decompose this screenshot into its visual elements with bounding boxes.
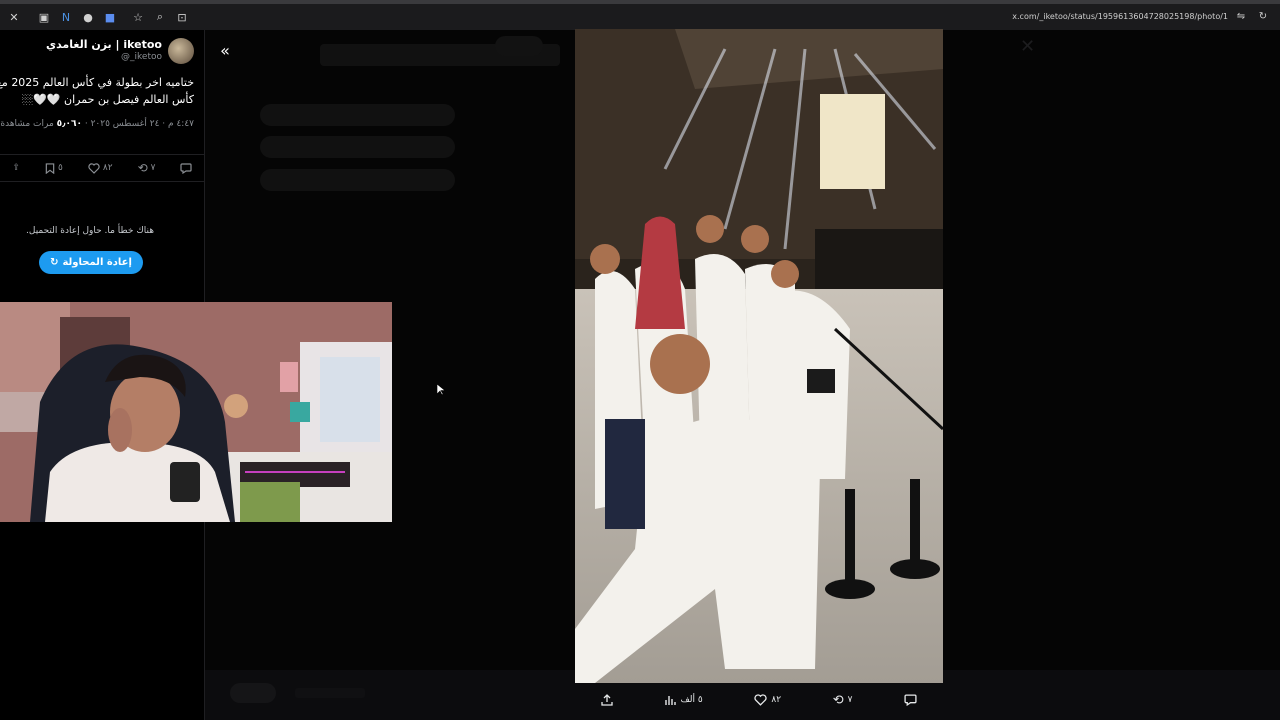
- bookmark-icon: [45, 162, 55, 174]
- close-tab-icon[interactable]: ✕: [6, 9, 22, 25]
- like-button[interactable]: ٨٢: [88, 162, 113, 174]
- reply-button[interactable]: [904, 694, 917, 706]
- views-count: ٥٫٠٦٠: [56, 119, 82, 129]
- double-chevron-icon: «: [220, 40, 230, 60]
- tweet-actions: ⇪ ٥ ٨٢ ⟲ ٧: [0, 154, 204, 182]
- reload-icon[interactable]: ↻: [1256, 11, 1270, 25]
- close-icon[interactable]: ✕: [1020, 36, 1035, 57]
- faded-text: [295, 688, 365, 698]
- reply-icon: [904, 694, 917, 706]
- reply-icon: [180, 162, 193, 174]
- tab-grid-icon[interactable]: ▣: [36, 9, 52, 25]
- faded-pill: [495, 36, 543, 56]
- error-message: .هناك خطأ ما. حاول إعادة التحميل: [26, 226, 154, 236]
- tweet-photo[interactable]: [575, 29, 943, 683]
- repost-count: ٧: [847, 695, 853, 705]
- faded-button: [260, 136, 455, 158]
- repost-count: ٧: [150, 163, 156, 173]
- cursor-icon: [436, 383, 446, 396]
- views-count: ٥ ألف: [680, 695, 703, 705]
- photo-actions: ٥ ألف ٨٢ ⟲ ٧: [575, 688, 943, 712]
- tweet-meta: ٤:٤٧ م · ٢٤ أغسطس ٢٠٢٥ · ٥٫٠٦٠ مرات مشاه…: [0, 118, 194, 131]
- collapse-panel-button[interactable]: «: [213, 38, 237, 62]
- star-icon[interactable]: ☆: [130, 9, 146, 25]
- repost-icon: ⟲: [832, 692, 844, 708]
- faded-search-field: [260, 104, 455, 126]
- like-count: ٨٢: [102, 163, 113, 173]
- share-icon: [601, 694, 613, 706]
- like-button[interactable]: ٨٢: [754, 694, 781, 706]
- tweet-timestamp[interactable]: ٤:٤٧ م · ٢٤ أغسطس ٢٠٢٥ ·: [82, 119, 194, 129]
- retry-label: إعادة المحاولة: [62, 257, 132, 268]
- author-name[interactable]: بزن الغامدي | iketoo: [46, 38, 162, 51]
- address-bar[interactable]: x.com/_iketoo/status/1959613604728025198…: [1012, 12, 1228, 21]
- browser-toolbar: ✕ ▣ N ● ■ ☆ ⌕ ⊡ x.com/_iketoo/status/195…: [0, 0, 1280, 30]
- screenshot-icon[interactable]: ⊡: [174, 9, 190, 25]
- photo-image: [575, 29, 943, 683]
- refresh-icon: ↻: [50, 257, 59, 268]
- mouse-cursor: [436, 381, 446, 400]
- bookmark-count: ٥: [58, 163, 63, 173]
- faded-pill: [230, 683, 276, 703]
- extension-icon[interactable]: N: [58, 9, 74, 25]
- tune-icon[interactable]: ⇋: [1234, 11, 1248, 25]
- tweet-text: ختاميه اخر بطولة في كأس العالم 2025 مع ق…: [0, 76, 194, 106]
- analytics-icon: [665, 696, 677, 705]
- avatar[interactable]: [168, 38, 194, 64]
- author-handle[interactable]: @_iketoo: [121, 52, 162, 62]
- bookmark-button[interactable]: ٥: [45, 162, 63, 174]
- repost-button[interactable]: ⟲ ٧: [138, 161, 156, 175]
- webcam-image: [0, 302, 392, 522]
- shield-icon[interactable]: ●: [80, 9, 96, 25]
- faded-button: [260, 169, 455, 191]
- heart-icon: [88, 162, 100, 174]
- retry-button[interactable]: ↻ إعادة المحاولة: [39, 251, 143, 274]
- webcam-overlay: [0, 302, 392, 522]
- search-icon[interactable]: ⌕: [152, 9, 168, 25]
- repost-icon: ⟲: [137, 161, 148, 175]
- views-label: مرات مشاهدة: [0, 119, 54, 129]
- repost-button[interactable]: ⟲ ٧: [833, 693, 853, 708]
- translate-icon[interactable]: ■: [102, 9, 118, 25]
- heart-icon: [754, 694, 768, 706]
- reply-button[interactable]: [180, 162, 193, 174]
- like-count: ٨٢: [771, 695, 782, 705]
- share-button[interactable]: [601, 694, 613, 706]
- views-button[interactable]: ٥ ألف: [664, 694, 703, 706]
- share-icon[interactable]: ⇪: [13, 163, 21, 173]
